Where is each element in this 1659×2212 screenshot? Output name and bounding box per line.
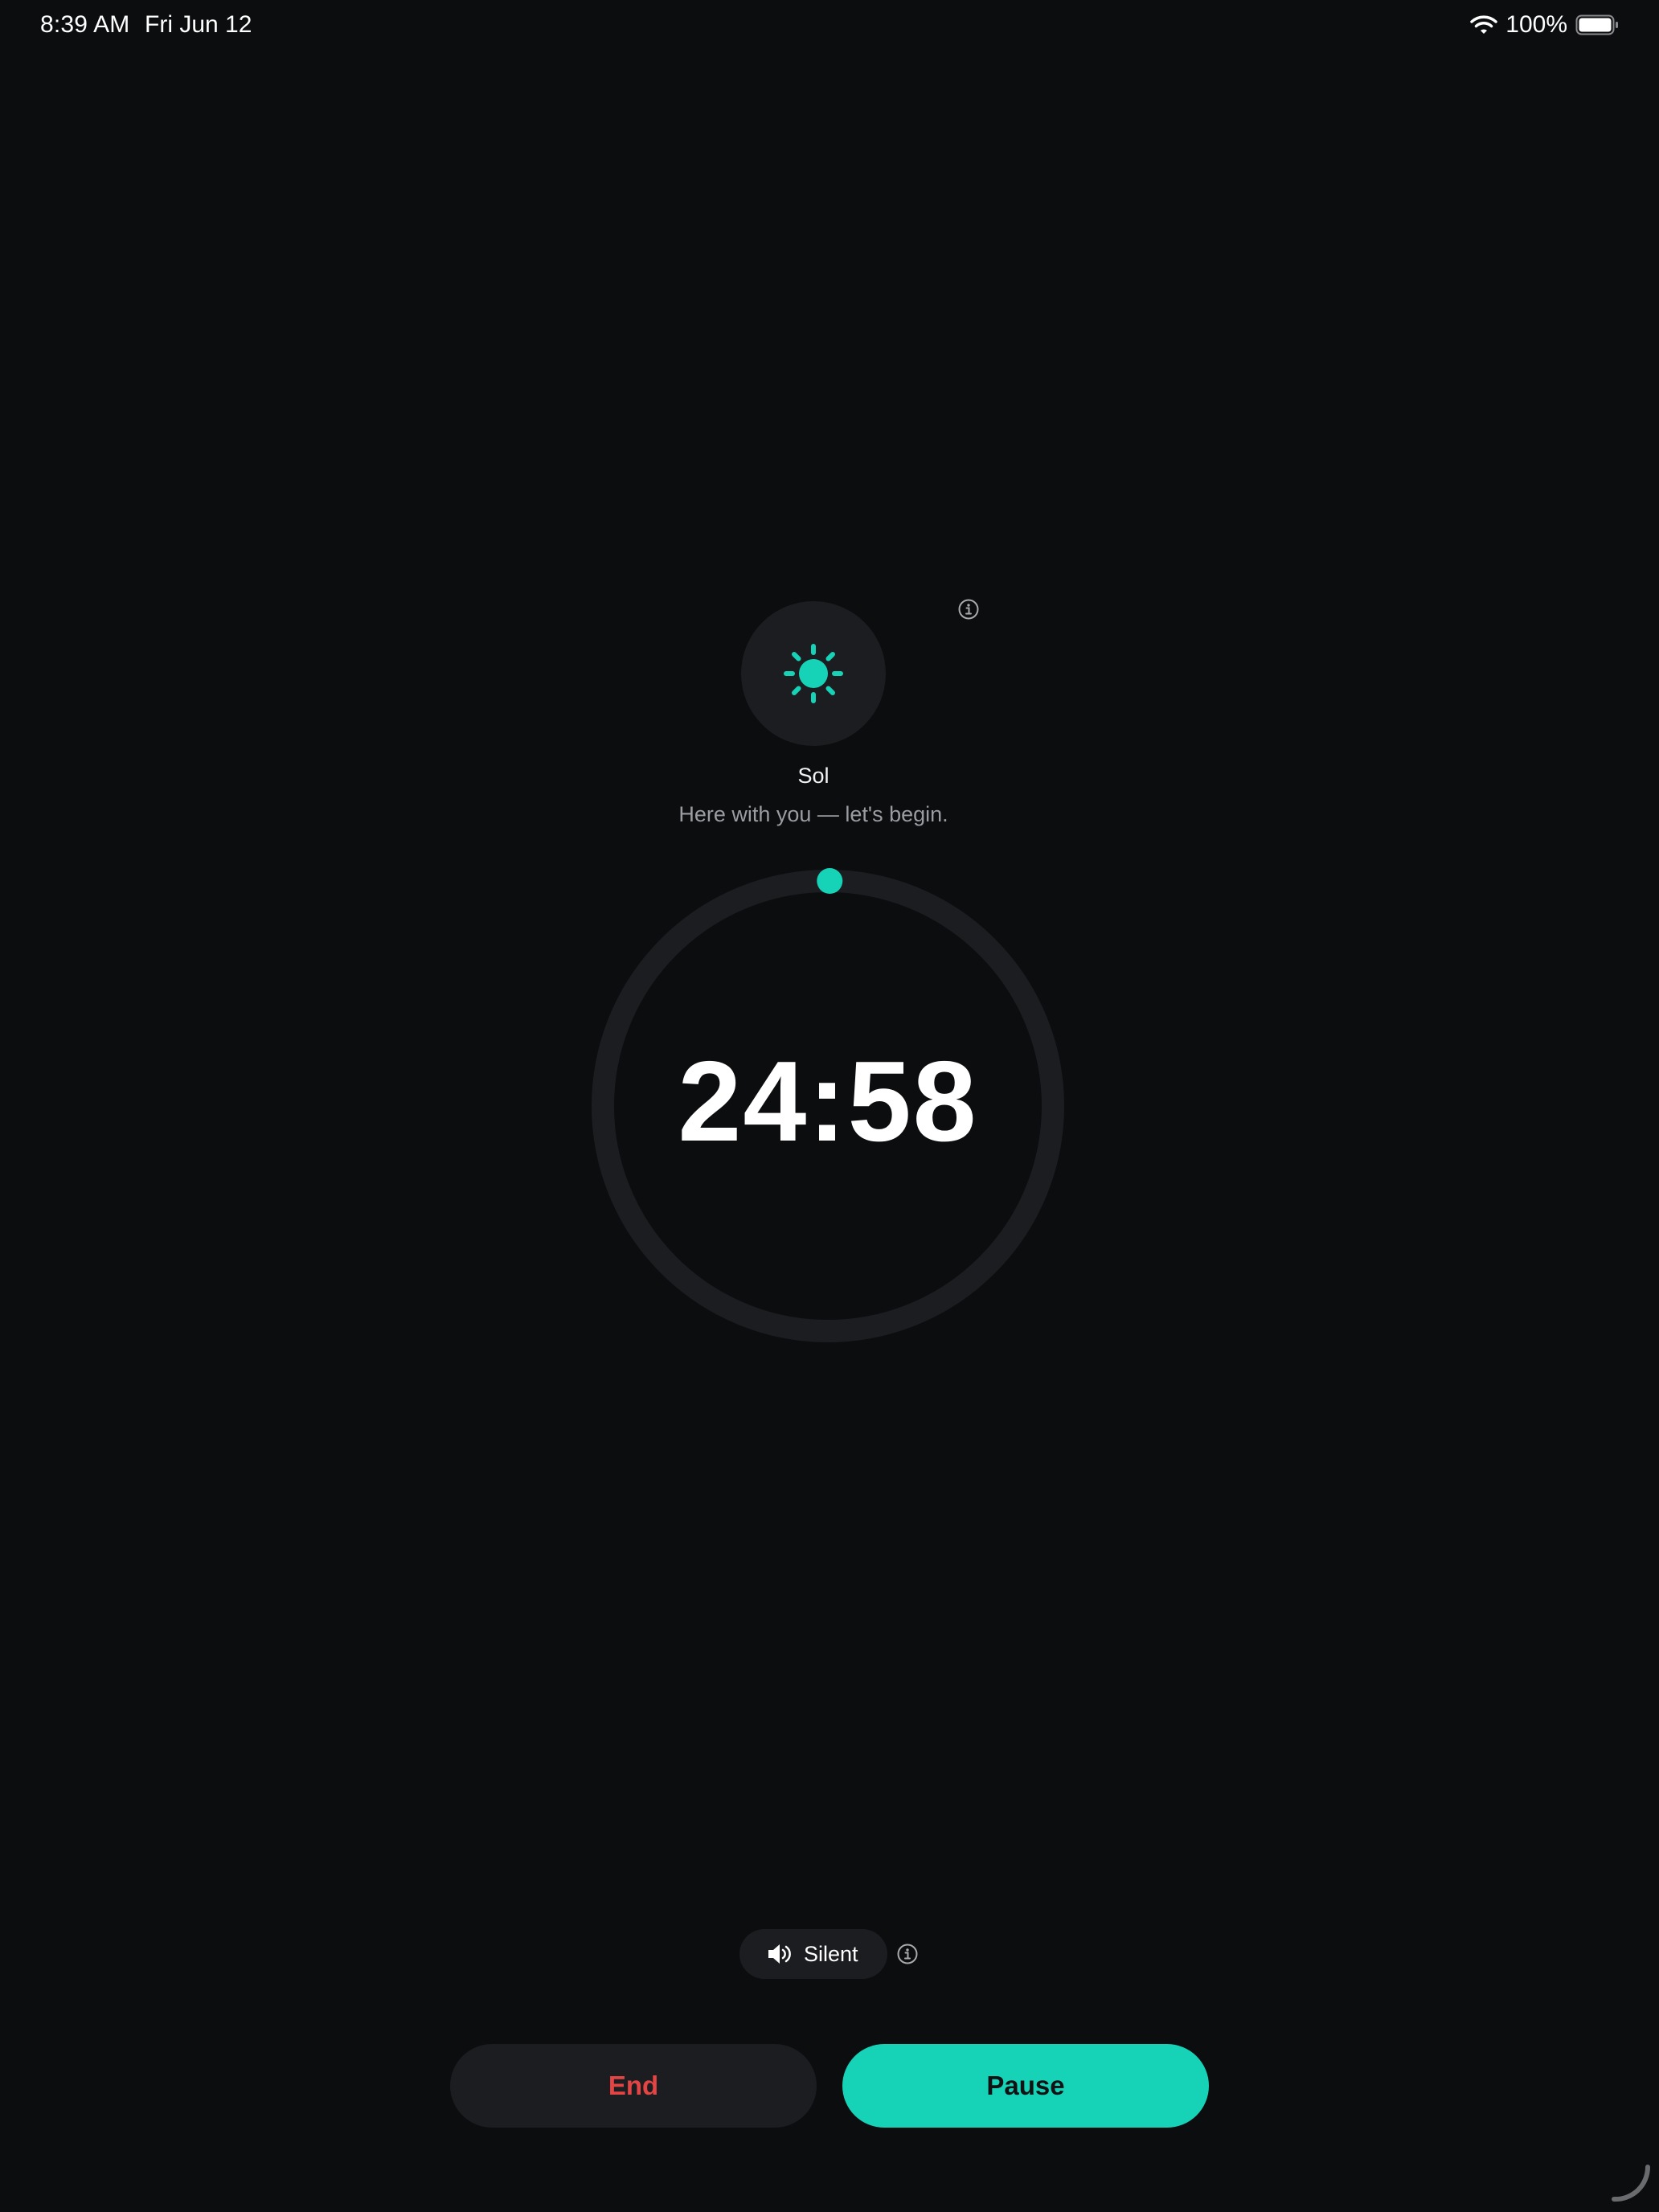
speaker-icon (767, 1943, 793, 1965)
timer-display: 24:58 (678, 1038, 978, 1165)
battery-icon (1575, 14, 1619, 35)
wifi-icon (1470, 14, 1498, 35)
timer-progress-knob (817, 868, 843, 895)
sound-mode-label: Silent (804, 1941, 858, 1966)
status-bar: 8:39 AM Fri Jun 12 100% (0, 0, 1659, 51)
companion-name: Sol (797, 764, 830, 788)
end-button[interactable]: End (450, 2044, 817, 2128)
sound-mode-button[interactable]: Silent (739, 1929, 887, 1979)
resize-handle-icon[interactable] (1611, 2164, 1653, 2210)
status-indicators: 100% (1470, 11, 1619, 39)
status-date: Fri Jun 12 (145, 11, 252, 38)
info-icon[interactable] (957, 598, 980, 625)
companion-message: Here with you — let's begin. (678, 802, 948, 826)
sound-info-icon[interactable] (896, 1943, 919, 1969)
status-time: 8:39 AM (40, 11, 130, 38)
sun-icon (784, 644, 843, 703)
pause-button[interactable]: Pause (842, 2044, 1209, 2128)
battery-percentage: 100% (1505, 11, 1567, 38)
companion-avatar (741, 601, 886, 746)
